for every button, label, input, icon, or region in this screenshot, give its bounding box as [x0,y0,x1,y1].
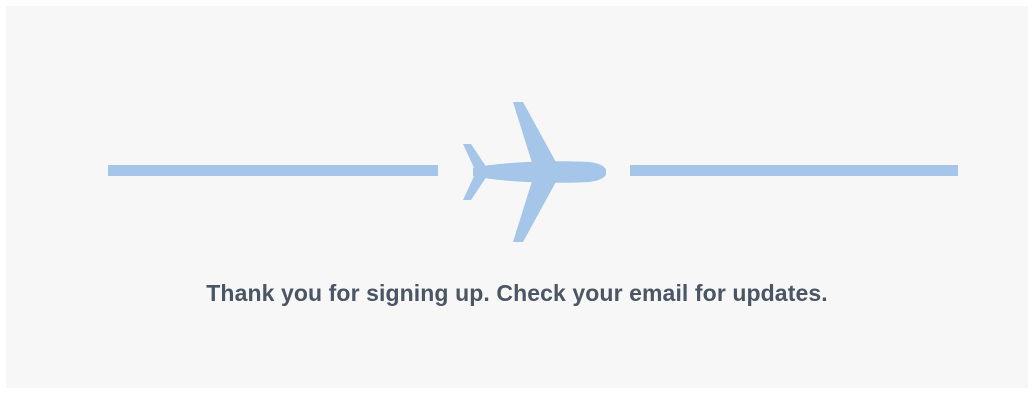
divider-line-right [630,165,958,176]
confirmation-message: Thank you for signing up. Check your ema… [206,280,828,306]
divider-line-left [108,165,438,176]
airplane-icon [463,102,606,242]
signup-confirmation-card: Thank you for signing up. Check your ema… [6,6,1028,388]
